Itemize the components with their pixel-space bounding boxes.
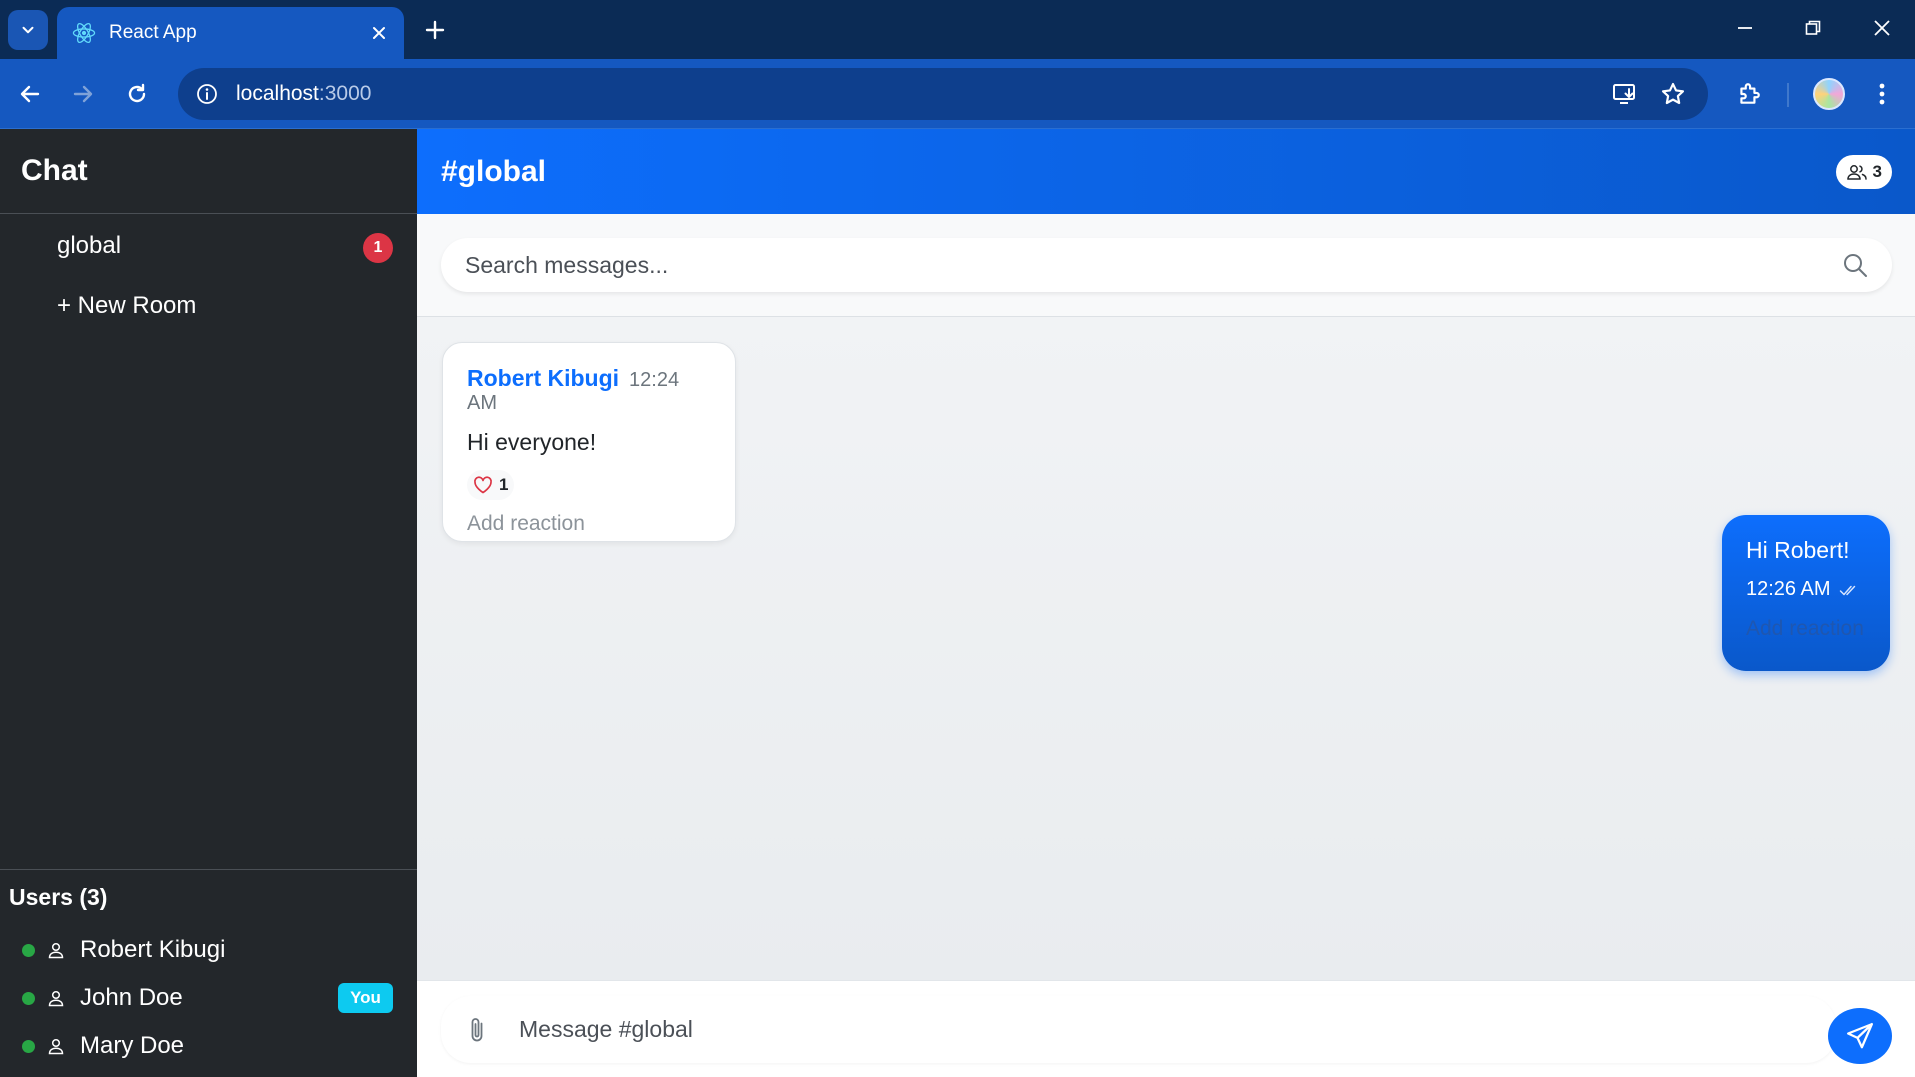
message-list: Robert Kibugi 12:24 AM Hi everyone! 1 Add… — [417, 317, 1915, 980]
room-label: global — [57, 232, 122, 259]
users-title: Users (3) — [9, 884, 108, 910]
tab-title: React App — [109, 22, 197, 43]
member-count: 3 — [1872, 162, 1882, 181]
room-item-global[interactable]: global 1 — [0, 221, 417, 271]
arrow-right-icon — [73, 85, 93, 103]
reload-icon — [128, 83, 146, 103]
chat-app: Chat global 1 + New Room Users (3) Rober… — [0, 129, 1915, 1077]
heart-reaction[interactable]: 1 — [467, 470, 515, 500]
arrow-left-icon — [20, 85, 40, 103]
online-status-dot — [22, 943, 35, 957]
user-name: Mary Doe — [80, 1032, 185, 1059]
user-item[interactable]: Robert Kibugi — [0, 930, 417, 970]
attach-button[interactable] — [457, 1010, 497, 1050]
search-bar-area — [417, 214, 1915, 317]
new-room-button[interactable]: + New Room — [0, 281, 417, 331]
add-reaction-button[interactable]: Add reaction — [467, 512, 711, 536]
minimize-button[interactable] — [1725, 10, 1765, 46]
heart-icon — [474, 476, 492, 494]
add-reaction-button[interactable]: Add reaction — [1746, 617, 1866, 641]
users-panel: Users (3) Robert Kibugi John Doe You Mar… — [0, 869, 417, 1077]
user-icon — [48, 942, 64, 959]
double-check-icon — [1839, 585, 1855, 595]
reaction-count: 1 — [499, 475, 509, 494]
new-tab-button[interactable] — [420, 15, 450, 45]
paperclip-icon — [471, 1017, 483, 1041]
minimize-icon — [1738, 27, 1752, 29]
user-item[interactable]: John Doe You — [0, 978, 417, 1018]
user-icon — [48, 990, 64, 1007]
sidebar-header: Chat — [0, 129, 417, 214]
online-status-dot — [22, 1039, 35, 1053]
browser-toolbar: localhost:3000 — [0, 59, 1915, 129]
send-button[interactable] — [1828, 1008, 1892, 1064]
extensions-puzzle-icon[interactable] — [1730, 75, 1768, 113]
plus-icon — [425, 20, 445, 40]
close-window-button[interactable] — [1862, 10, 1902, 46]
send-icon — [1847, 1023, 1873, 1049]
message-bubble-incoming: Robert Kibugi 12:24 AM Hi everyone! 1 Add… — [442, 342, 736, 542]
message-text: Hi Robert! — [1746, 537, 1850, 563]
user-item[interactable]: Mary Doe — [0, 1026, 417, 1066]
message-text: Hi everyone! — [467, 429, 597, 455]
message-author: Robert Kibugi — [467, 365, 620, 391]
unread-badge: 1 — [363, 233, 393, 263]
react-logo-icon — [72, 22, 96, 44]
users-icon — [1846, 165, 1867, 180]
browser-tab[interactable]: React App — [57, 7, 404, 59]
url-host: localhost — [236, 82, 319, 105]
close-icon — [1874, 20, 1890, 36]
tab-search-button[interactable] — [8, 10, 48, 50]
chevron-down-icon — [22, 26, 34, 34]
search-icon[interactable] — [1842, 252, 1868, 278]
site-info-icon[interactable] — [192, 79, 222, 109]
composer-box — [441, 996, 1836, 1063]
reload-button[interactable] — [118, 75, 156, 113]
bookmark-star-icon[interactable] — [1654, 75, 1692, 113]
install-app-icon[interactable] — [1606, 75, 1644, 113]
online-status-dot — [22, 991, 35, 1005]
browser-menu-icon[interactable] — [1863, 75, 1901, 113]
you-badge: You — [338, 983, 393, 1013]
user-icon — [48, 1038, 64, 1055]
message-bubble-outgoing: Hi Robert! 12:26 AM Add reaction — [1722, 515, 1890, 671]
sidebar: Chat global 1 + New Room Users (3) Rober… — [0, 129, 417, 1077]
message-time: 12:26 AM — [1746, 578, 1831, 600]
profile-avatar[interactable] — [1813, 78, 1845, 110]
restore-button[interactable] — [1793, 10, 1833, 46]
browser-tab-strip: React App — [0, 0, 1915, 59]
chat-main: #global 3 Robert Kibugi12:24 AM Hi every… — [417, 129, 1915, 1077]
forward-button[interactable] — [64, 75, 102, 113]
members-count-button[interactable]: 3 — [1835, 155, 1892, 189]
search-input[interactable] — [465, 251, 1842, 279]
restore-icon — [1805, 20, 1821, 35]
sidebar-title: Chat — [21, 154, 88, 187]
new-room-label: + New Room — [57, 292, 197, 319]
user-name: John Doe — [80, 984, 183, 1011]
url-port: :3000 — [318, 82, 372, 105]
room-header: #global 3 — [417, 129, 1915, 214]
toolbar-divider — [1787, 83, 1789, 107]
address-bar[interactable]: localhost:3000 — [178, 68, 1708, 120]
back-button[interactable] — [11, 75, 49, 113]
message-input[interactable] — [519, 1016, 1836, 1043]
message-composer — [417, 980, 1915, 1077]
room-title: #global — [441, 154, 547, 188]
user-name: Robert Kibugi — [80, 936, 226, 963]
tab-close-icon[interactable] — [368, 22, 390, 44]
search-box — [441, 238, 1892, 292]
